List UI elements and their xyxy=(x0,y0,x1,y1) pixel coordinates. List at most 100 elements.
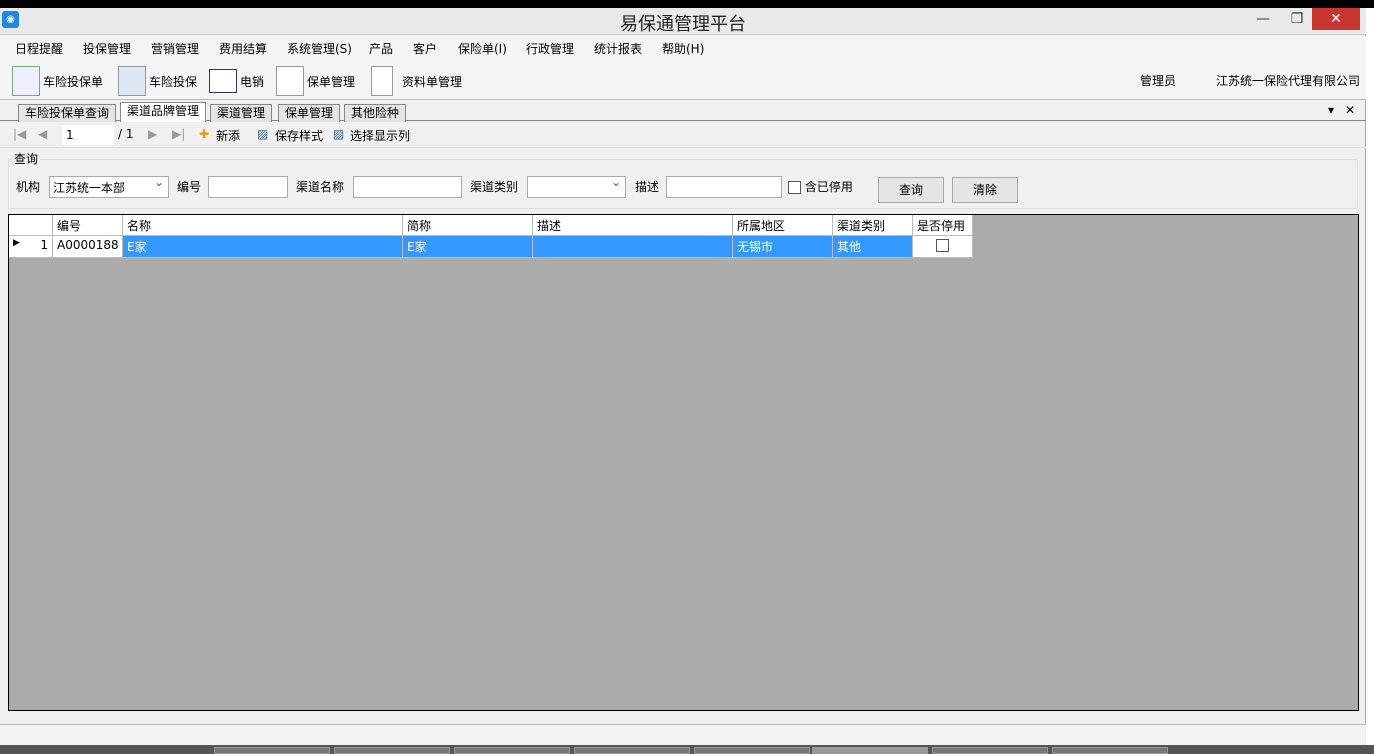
title-bar: ◉ 易保通管理平台 — ❐ ✕ xyxy=(0,8,1366,35)
table-cell[interactable] xyxy=(533,236,733,258)
contact-card-icon xyxy=(209,69,237,93)
column-header[interactable]: 名称 xyxy=(123,215,403,236)
add-icon: ✚ xyxy=(199,127,210,141)
column-header[interactable]: 描述 xyxy=(533,215,733,236)
add-button[interactable]: 新添 xyxy=(216,127,240,144)
channel-type-label: 渠道类别 xyxy=(470,180,519,194)
channel-name-input[interactable] xyxy=(353,176,462,198)
menu-insure[interactable]: 投保管理 xyxy=(83,40,131,57)
main-toolbar: 车险投保单 车险投保 电销 保单管理 资料单管理 管理员 江苏统一保险代理有限公… xyxy=(0,60,1366,100)
menu-schedule[interactable]: 日程提醒 xyxy=(15,40,63,57)
include-disabled-label: 含已停用 xyxy=(804,180,853,194)
table-cell[interactable]: 其他 xyxy=(833,236,913,258)
taskbar-item[interactable] xyxy=(932,747,1048,754)
last-page-icon[interactable]: ▶| xyxy=(172,127,185,141)
toolbar-label: 电销 xyxy=(240,74,265,89)
minimize-button[interactable]: — xyxy=(1246,8,1280,30)
user-role: 管理员 xyxy=(1140,74,1177,88)
org-label: 机构 xyxy=(16,180,41,194)
company-name: 江苏统一保险代理有限公司 xyxy=(1216,74,1361,88)
taskbar-item[interactable] xyxy=(1052,747,1168,754)
first-page-icon[interactable]: |◀ xyxy=(13,127,26,141)
tab-channel-manage[interactable]: 渠道管理 xyxy=(210,104,273,122)
app-window: ◉ 易保通管理平台 — ❐ ✕ 日程提醒 投保管理 营销管理 费用结算 系统管理… xyxy=(0,8,1366,745)
checklist-icon xyxy=(276,66,304,96)
table-cell[interactable]: E家 xyxy=(123,236,403,258)
menu-marketing[interactable]: 营销管理 xyxy=(151,40,199,57)
toolbar-label: 资料单管理 xyxy=(402,74,463,89)
maximize-button[interactable]: ❐ xyxy=(1280,8,1314,30)
telesales-button[interactable]: 电销 xyxy=(209,66,264,96)
menu-fees[interactable]: 费用结算 xyxy=(219,40,267,57)
tab-policy-manage[interactable]: 保单管理 xyxy=(278,104,341,122)
car-insure-button[interactable]: 车险投保 xyxy=(118,66,197,96)
picture-icon: ▨ xyxy=(257,127,269,141)
screen-top-bar xyxy=(0,0,1374,8)
page-number-input[interactable] xyxy=(62,125,114,145)
tab-car-proposal-query[interactable]: 车险投保单查询 xyxy=(18,104,117,122)
menu-product[interactable]: 产品 xyxy=(369,40,393,57)
menu-customer[interactable]: 客户 xyxy=(413,40,437,57)
status-bar xyxy=(0,724,1366,745)
blank-document-icon xyxy=(371,66,393,96)
taskbar-item[interactable] xyxy=(694,747,810,754)
code-label: 编号 xyxy=(177,180,202,194)
save-style-button[interactable]: 保存样式 xyxy=(275,127,323,144)
row-header[interactable]: ▶ 1 xyxy=(9,236,53,258)
org-select[interactable]: 江苏统一本部 xyxy=(49,175,169,198)
tab-channel-brand[interactable]: 渠道品牌管理 xyxy=(120,102,207,122)
channel-type-select[interactable] xyxy=(527,175,626,198)
toolbar-label: 车险投保 xyxy=(149,74,198,89)
checkbox-icon xyxy=(936,239,949,252)
policy-manage-button[interactable]: 保单管理 xyxy=(276,66,355,96)
channel-name-label: 渠道名称 xyxy=(296,180,345,194)
desc-input[interactable] xyxy=(666,176,782,198)
toolbar-label: 保单管理 xyxy=(307,74,356,89)
table-cell[interactable]: E家 xyxy=(403,236,533,258)
car-proposal-button[interactable]: 车险投保单 xyxy=(12,66,103,96)
tab-strip: 车险投保单查询 渠道品牌管理 渠道管理 保单管理 其他险种 ▾ ✕ xyxy=(0,101,1366,122)
column-header[interactable]: 简称 xyxy=(403,215,533,236)
close-button[interactable]: ✕ xyxy=(1312,8,1360,30)
table-cell[interactable]: A0000188 xyxy=(53,236,123,258)
taskbar-item[interactable] xyxy=(214,747,330,754)
taskbar-item[interactable] xyxy=(454,747,570,754)
menu-policy[interactable]: 保险单(I) xyxy=(458,40,507,57)
window-title: 易保通管理平台 xyxy=(620,14,746,35)
menu-system[interactable]: 系统管理(S) xyxy=(287,40,352,57)
toolbar-label: 车险投保单 xyxy=(43,74,104,89)
menu-reports[interactable]: 统计报表 xyxy=(594,40,642,57)
picture-icon: ▨ xyxy=(333,127,345,141)
column-header[interactable]: 编号 xyxy=(53,215,123,236)
taskbar-item[interactable] xyxy=(334,747,450,754)
desc-label: 描述 xyxy=(635,180,660,194)
search-button[interactable]: 查询 xyxy=(878,177,944,203)
tab-other-insurance[interactable]: 其他险种 xyxy=(344,104,407,122)
page-total: / 1 xyxy=(118,127,134,141)
current-row-icon: ▶ xyxy=(13,238,20,248)
prev-page-icon[interactable]: ◀ xyxy=(38,127,47,141)
menu-bar: 日程提醒 投保管理 营销管理 费用结算 系统管理(S) 产品 客户 保险单(I)… xyxy=(0,36,1366,60)
tab-close-icon[interactable]: ✕ xyxy=(1345,103,1355,117)
document-pencil-icon xyxy=(118,66,146,96)
table-cell[interactable]: 无锡市 xyxy=(733,236,833,258)
menu-admin[interactable]: 行政管理 xyxy=(526,40,574,57)
material-manage-button[interactable]: 资料单管理 xyxy=(371,66,462,96)
menu-help[interactable]: 帮助(H) xyxy=(662,40,704,57)
column-header[interactable]: 是否停用 xyxy=(913,215,973,236)
taskbar-item-active[interactable] xyxy=(812,747,928,754)
next-page-icon[interactable]: ▶ xyxy=(148,127,157,141)
checkbox-icon xyxy=(788,181,801,194)
taskbar xyxy=(0,745,1374,754)
taskbar-item[interactable] xyxy=(574,747,690,754)
clear-button[interactable]: 清除 xyxy=(952,177,1018,203)
choose-columns-button[interactable]: 选择显示列 xyxy=(350,127,410,144)
column-header[interactable]: 所属地区 xyxy=(733,215,833,236)
spreadsheet-icon xyxy=(12,66,40,96)
disabled-checkbox-cell[interactable] xyxy=(913,236,973,258)
column-header[interactable]: 渠道类别 xyxy=(833,215,913,236)
row-index: 1 xyxy=(40,238,48,252)
code-input[interactable] xyxy=(208,176,288,198)
tab-list-dropdown-icon[interactable]: ▾ xyxy=(1328,103,1334,117)
include-disabled-checkbox[interactable]: 含已停用 xyxy=(788,178,853,195)
